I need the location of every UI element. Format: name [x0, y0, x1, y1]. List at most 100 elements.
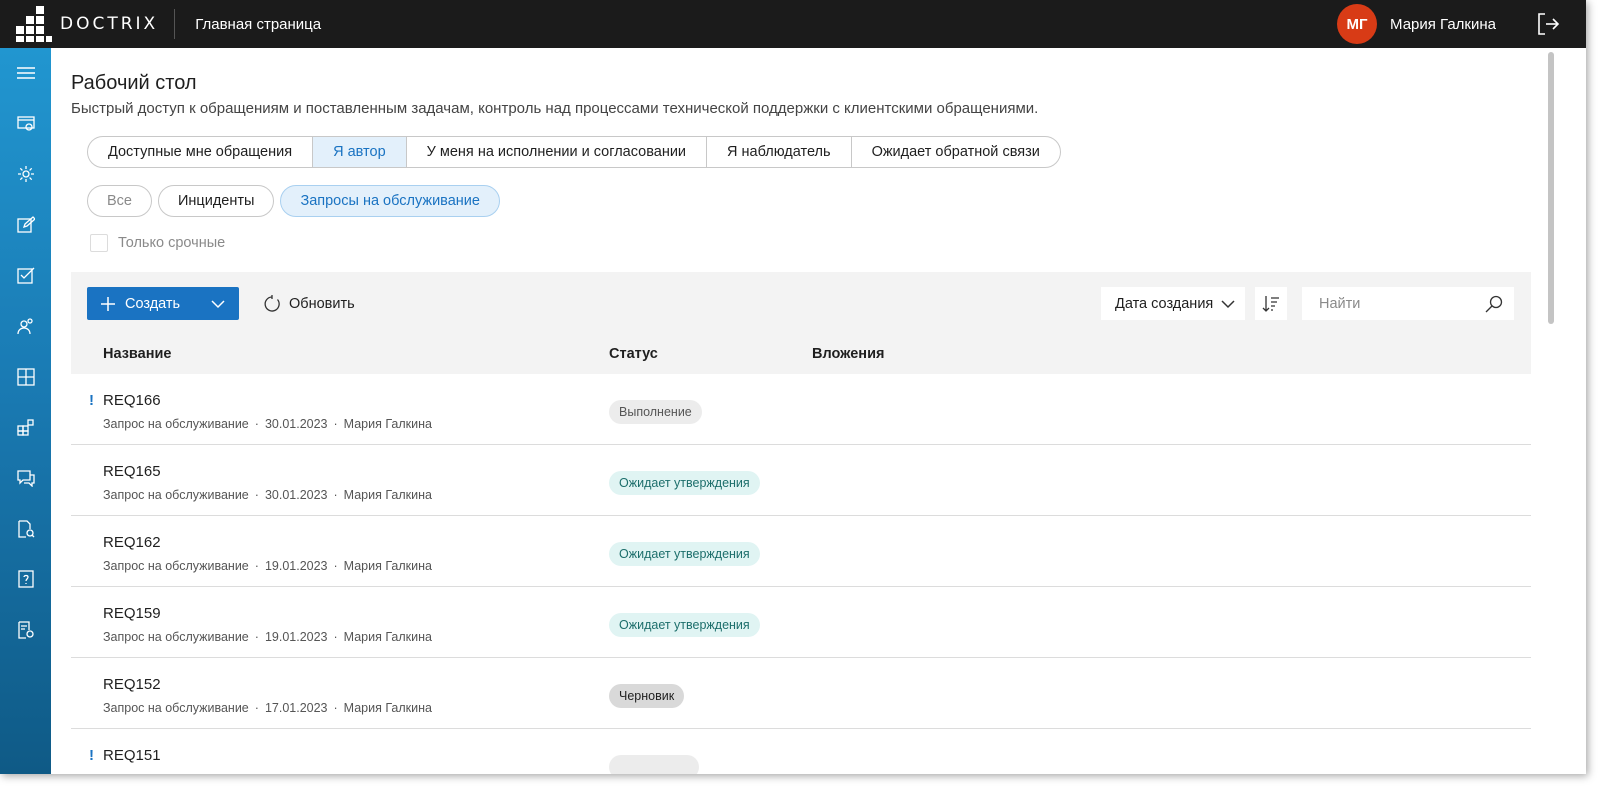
tab-awaiting-feedback[interactable]: Ожидает обратной связи [850, 137, 1060, 167]
sidebar-item-apps[interactable] [0, 402, 51, 453]
gear-icon [17, 166, 34, 183]
request-date: 30.01.2023 [264, 488, 328, 502]
create-label: Создать [125, 295, 181, 312]
page-name[interactable]: Главная страница [195, 16, 321, 33]
status-badge [609, 755, 699, 774]
request-type: Запрос на обслуживание [103, 701, 249, 715]
request-id[interactable]: REQ165 [103, 463, 161, 480]
request-type: Запрос на обслуживание [103, 630, 249, 644]
status-badge: Ожидает утверждения [609, 471, 760, 495]
request-list: ! REQ166 Запрос на обслуживание · 30.01.20… [71, 374, 1531, 774]
page-subtitle: Быстрый доступ к обращениям и поставленн… [71, 100, 1039, 117]
filter-incidents[interactable]: Инциденты [158, 185, 275, 217]
refresh-button[interactable]: Обновить [263, 287, 355, 320]
tab-assigned[interactable]: У меня на исполнении и согласовании [405, 137, 706, 167]
separator: · [333, 630, 338, 644]
request-id[interactable]: REQ162 [103, 534, 161, 551]
separator: · [254, 559, 259, 573]
sidebar-item-monitor[interactable] [0, 99, 51, 150]
sidebar-item-documents[interactable] [0, 503, 51, 554]
separator: · [333, 559, 338, 573]
help-icon [17, 570, 34, 588]
request-meta: Запрос на обслуживание · 19.01.2023 · Мария … [103, 630, 432, 644]
logo[interactable]: DOCTRIX [16, 0, 158, 48]
column-header-status[interactable]: Статус [609, 346, 658, 362]
edit-icon [16, 216, 35, 233]
urgent-only-toggle[interactable]: Только срочные [90, 234, 225, 252]
status-badge: Ожидает утверждения [609, 542, 760, 566]
brand-name: DOCTRIX [60, 14, 159, 34]
table-row[interactable]: REQ165 Запрос на обслуживание · 30.01.2023… [71, 445, 1531, 516]
search-input[interactable]: Найти [1319, 296, 1360, 312]
page-title: Рабочий стол [71, 72, 197, 94]
type-filters: Все Инциденты Запросы на обслуживание [87, 185, 506, 217]
sort-descending-icon [1262, 295, 1279, 312]
sidebar-item-tasks[interactable] [0, 250, 51, 301]
checkbox-icon [16, 267, 34, 284]
sidebar-item-dashboard[interactable] [0, 352, 51, 403]
search-field[interactable]: Найти [1302, 287, 1514, 320]
logout-button[interactable] [1530, 0, 1566, 48]
filter-all[interactable]: Все [87, 185, 152, 217]
tab-available[interactable]: Доступные мне обращения [88, 137, 312, 167]
status-badge: Черновик [609, 684, 685, 708]
column-header-name[interactable]: Название [103, 346, 171, 362]
request-author: Мария Галкина [343, 701, 432, 715]
request-id[interactable]: REQ159 [103, 605, 161, 622]
request-meta: Запрос на обслуживание · 30.01.2023 · Мария … [103, 488, 432, 502]
search-icon[interactable] [1485, 295, 1503, 313]
create-button[interactable]: Создать [87, 287, 239, 320]
request-date: 19.01.2023 [264, 559, 328, 573]
table-row[interactable]: REQ162 Запрос на обслуживание · 19.01.2023… [71, 516, 1531, 587]
separator: · [333, 417, 338, 431]
refresh-label: Обновить [289, 295, 355, 312]
column-header-attachments[interactable]: Вложения [812, 346, 884, 362]
sidebar-item-help[interactable] [0, 554, 51, 605]
plus-icon [101, 296, 115, 311]
request-id[interactable]: REQ166 [103, 392, 161, 409]
urgent-only-checkbox[interactable] [90, 234, 108, 252]
sidebar-item-reports[interactable] [0, 605, 51, 656]
request-author: Мария Галкина [343, 417, 432, 431]
request-id[interactable]: REQ151 [103, 747, 161, 764]
filter-service-requests[interactable]: Запросы на обслуживание [280, 185, 500, 217]
monitor-settings-icon [16, 116, 35, 131]
user-name[interactable]: Мария Галкина [1390, 16, 1496, 33]
sidebar-item-edit[interactable] [0, 200, 51, 251]
sort-label: Дата создания [1115, 295, 1214, 312]
urgent-marker: ! [89, 392, 94, 409]
sort-direction-button[interactable] [1255, 287, 1287, 320]
chevron-down-icon[interactable] [211, 299, 225, 309]
menu-icon [16, 67, 35, 79]
table-row[interactable]: REQ159 Запрос на обслуживание · 19.01.2023… [71, 587, 1531, 658]
list-toolbar: Создать Обновить Дата создания Найти Наз… [71, 272, 1531, 374]
separator: · [254, 488, 259, 502]
table-row[interactable]: ! REQ166 Запрос на обслуживание · 30.01.20… [71, 374, 1531, 445]
avatar[interactable]: МГ [1337, 4, 1378, 44]
tab-author[interactable]: Я автор [312, 137, 406, 167]
users-icon [16, 318, 33, 335]
dashboard-icon [16, 368, 35, 386]
apps-icon [16, 419, 34, 437]
separator: · [254, 630, 259, 644]
scrollbar[interactable] [1548, 52, 1554, 324]
table-row[interactable]: ! REQ151 [71, 729, 1531, 774]
sort-select[interactable]: Дата создания [1101, 287, 1245, 320]
sidebar-item-chat[interactable] [0, 453, 51, 504]
sidebar-item-users[interactable] [0, 301, 51, 352]
top-bar: DOCTRIX Главная страница МГ Мария Галкин… [0, 0, 1586, 48]
sidebar [0, 48, 51, 774]
request-id[interactable]: REQ152 [103, 676, 161, 693]
request-type: Запрос на обслуживание [103, 417, 249, 431]
status-badge: Ожидает утверждения [609, 613, 760, 637]
separator: · [333, 488, 338, 502]
request-author: Мария Галкина [343, 630, 432, 644]
sidebar-item-menu[interactable] [0, 48, 51, 99]
tab-observer[interactable]: Я наблюдатель [706, 137, 851, 167]
request-author: Мария Галкина [343, 488, 432, 502]
sidebar-item-settings[interactable] [0, 149, 51, 200]
table-row[interactable]: REQ152 Запрос на обслуживание · 17.01.2023… [71, 658, 1531, 729]
request-meta: Запрос на обслуживание · 17.01.2023 · Мария … [103, 701, 432, 715]
top-divider [174, 9, 176, 39]
report-icon [17, 621, 34, 639]
